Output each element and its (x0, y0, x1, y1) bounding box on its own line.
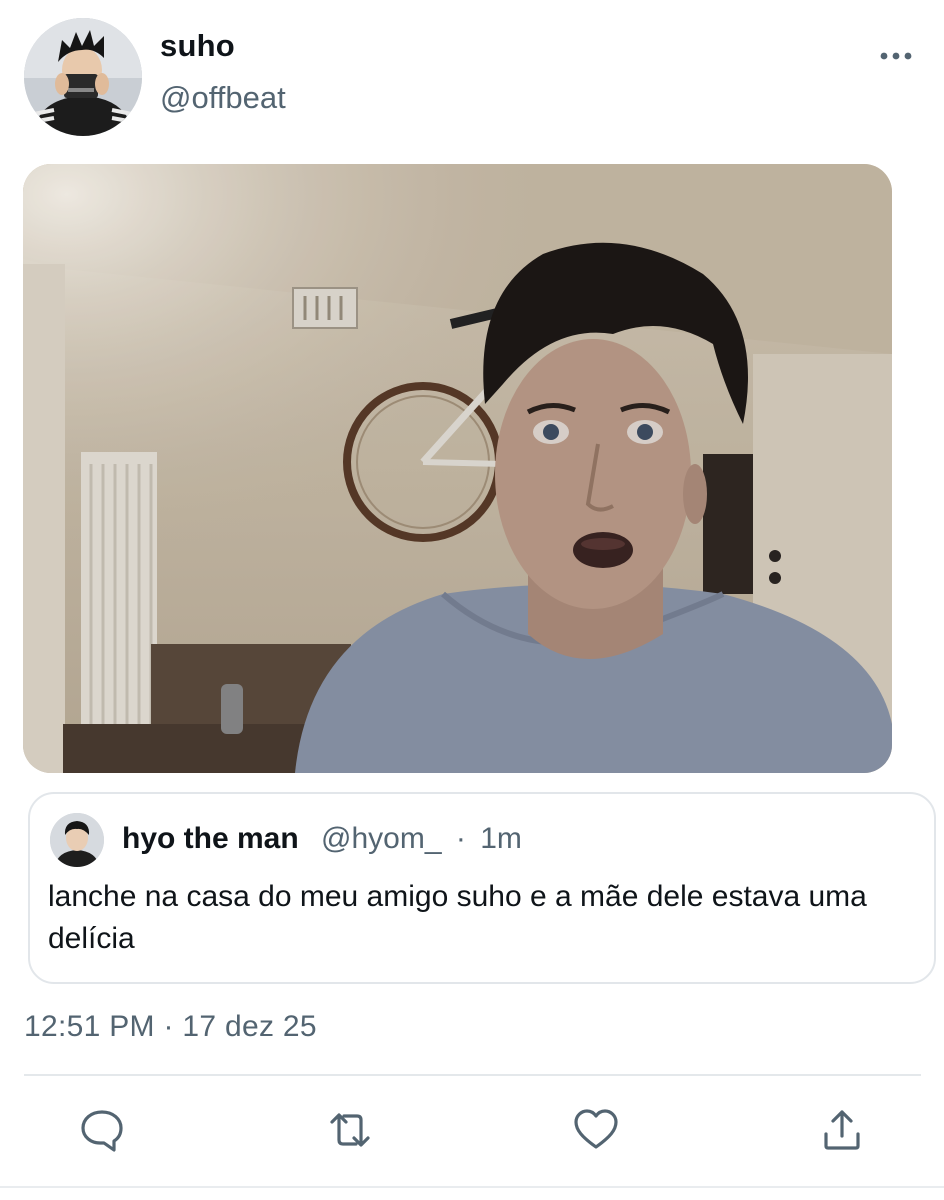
share-icon[interactable] (818, 1106, 866, 1154)
reply-icon[interactable] (78, 1106, 126, 1154)
meta-separator: · (455, 822, 466, 855)
quoted-author-display-name[interactable]: hyo the man (122, 822, 299, 855)
tweet-timestamp[interactable]: 12:51 PM · 17 dez 25 (24, 1010, 317, 1044)
author-handle[interactable]: @offbeat (160, 80, 286, 116)
more-options-icon[interactable] (872, 40, 920, 72)
retweet-icon[interactable] (326, 1106, 374, 1154)
quoted-tweet-header: hyo the man @hyom_ · 1m (122, 822, 522, 856)
author-display-name[interactable]: suho (160, 28, 235, 64)
quoted-author-handle[interactable]: @hyom_ (321, 822, 442, 855)
quoted-tweet-time[interactable]: 1m (480, 822, 522, 855)
divider (24, 1074, 921, 1076)
quoted-author-avatar[interactable] (50, 813, 104, 867)
bottom-divider (0, 1186, 944, 1188)
quoted-tweet-card[interactable]: hyo the man @hyom_ · 1m lanche na casa d… (28, 792, 936, 984)
quoted-tweet-text: lanche na casa do meu amigo suho e a mãe… (48, 880, 867, 955)
heart-icon[interactable] (572, 1106, 620, 1154)
tweet-media-photo[interactable] (23, 164, 892, 773)
author-avatar[interactable] (24, 18, 142, 136)
